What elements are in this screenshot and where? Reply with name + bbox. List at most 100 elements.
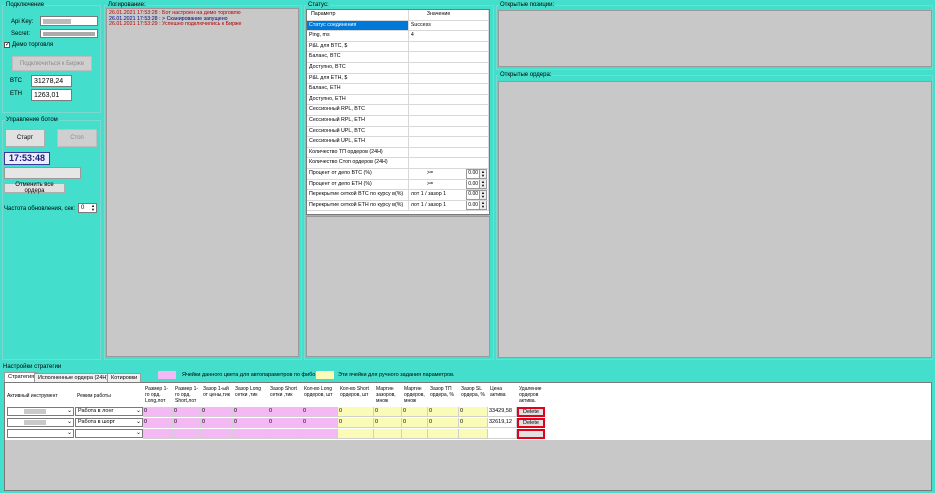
tab-quotes[interactable]: Котировки	[107, 373, 142, 382]
param-cell[interactable]: 0	[302, 407, 338, 417]
column-header-label: Режим работы	[77, 393, 111, 399]
param-cell[interactable]: 0	[374, 418, 402, 428]
log-line: 26.01.2021 17:53:29 : Успешно подключили…	[109, 21, 242, 28]
status-row[interactable]: Ping, ms 4	[307, 31, 489, 42]
param-cell[interactable]: 0	[233, 418, 268, 428]
status-row[interactable]: Сессионный UPL, ETH	[307, 137, 489, 148]
spinner-arrows-icon[interactable]: ▲ ▼	[479, 201, 486, 210]
chevron-down-icon[interactable]: ⌄	[67, 430, 72, 437]
param-cell[interactable]	[143, 429, 173, 439]
param-cell[interactable]: 0	[402, 407, 428, 417]
log-list[interactable]: 26.01.2021 17:53:28 : Бот настроен на де…	[106, 8, 299, 357]
delete-orders-button[interactable]: Delete	[517, 407, 545, 417]
param-cell[interactable]: 0	[173, 418, 201, 428]
spinner-arrows-icon[interactable]: ▲ ▼	[479, 169, 486, 178]
refresh-spinner[interactable]: 0 ▲ ▼	[78, 203, 97, 213]
mode-combo[interactable]: Работа в лонг ⌄	[75, 407, 143, 416]
tab-strategy[interactable]: Стратегия	[4, 372, 39, 382]
status-row[interactable]: Процент от депо BTC (%) >= 0.00 ▲ ▼	[307, 168, 489, 180]
status-row[interactable]: Сессионный RPL, BTC	[307, 105, 489, 116]
param-cell[interactable]: 0	[459, 407, 488, 417]
status-row[interactable]: Баланс, BTC	[307, 52, 489, 63]
tab-executed-orders[interactable]: Исполненные ордера (24H)	[34, 373, 113, 382]
param-cell[interactable]: 0	[302, 418, 338, 428]
percent-spinner[interactable]: 0.00 ▲ ▼	[466, 200, 487, 211]
param-cell[interactable]	[428, 429, 459, 439]
param-cell[interactable]: 0	[428, 418, 459, 428]
instrument-combo[interactable]: ⌄	[7, 407, 74, 416]
open-orders-list[interactable]	[498, 81, 932, 358]
status-value	[409, 62, 489, 73]
percent-spinner[interactable]: 0.00 ▲ ▼	[466, 190, 487, 200]
api-key-field[interactable]	[40, 16, 98, 26]
status-row[interactable]: Перекрытие сеткой ETH по курсу в(%) лот 1…	[307, 200, 489, 212]
param-cell[interactable]	[233, 429, 268, 439]
param-cell[interactable]: 0	[459, 418, 488, 428]
connect-button[interactable]: Подключиться к Бирже	[12, 56, 92, 71]
param-cell[interactable]: 0	[233, 407, 268, 417]
param-cell[interactable]	[459, 429, 488, 439]
status-row[interactable]: Статус соединения Success	[307, 20, 489, 32]
open-positions-list[interactable]	[498, 10, 932, 67]
chevron-down-icon[interactable]: ⌄	[136, 419, 141, 426]
chevron-down-icon[interactable]: ⌄	[67, 408, 72, 415]
spinner-value: 0.00	[468, 170, 479, 177]
cancel-all-orders-button[interactable]: Отменить все ордера	[4, 182, 65, 194]
status-row[interactable]: Сессионный RPL, ETH	[307, 115, 489, 127]
start-button[interactable]: Старт	[5, 129, 45, 147]
progress-bar	[4, 167, 81, 179]
param-cell[interactable]	[201, 429, 233, 439]
param-cell[interactable]: 0	[268, 407, 302, 417]
status-row[interactable]: P&L для ETH, $	[307, 73, 489, 85]
status-empty-area	[306, 216, 490, 357]
status-value	[409, 41, 489, 52]
param-cell[interactable]: 0	[338, 418, 374, 428]
instrument-combo[interactable]: ⌄	[7, 429, 74, 438]
status-param: Перекрытие сеткой BTC по курсу в(%)	[307, 190, 409, 200]
chevron-down-icon[interactable]: ⌄	[67, 419, 72, 426]
param-cell[interactable]: 0	[338, 407, 374, 417]
param-cell[interactable]: 0	[428, 407, 459, 417]
param-cell[interactable]	[302, 429, 338, 439]
demo-checkbox[interactable]: ✓	[4, 42, 10, 48]
param-cell[interactable]: 0	[201, 407, 233, 417]
delete-orders-button[interactable]	[517, 429, 545, 439]
param-cell[interactable]	[402, 429, 428, 439]
percent-spinner[interactable]: 0.00 ▲ ▼	[466, 179, 487, 190]
param-cell[interactable]: 0	[143, 418, 173, 428]
delete-orders-button[interactable]: Delete	[517, 418, 545, 428]
secret-field[interactable]	[40, 29, 98, 38]
status-row[interactable]: Доступно, BTC	[307, 62, 489, 74]
status-row[interactable]: Баланс, ETH	[307, 84, 489, 95]
spinner-arrows-icon[interactable]: ▲ ▼	[479, 180, 486, 189]
param-cell[interactable]: 0	[402, 418, 428, 428]
status-table[interactable]: Параметр Значение Статус соединения Succe…	[306, 9, 490, 215]
param-cell[interactable]: 0	[143, 407, 173, 417]
param-cell[interactable]: 0	[201, 418, 233, 428]
spinner-arrows-icon[interactable]: ▲ ▼	[479, 190, 486, 199]
stop-button[interactable]: Стоп	[57, 129, 97, 147]
param-cell[interactable]	[173, 429, 201, 439]
status-value	[409, 105, 489, 115]
instrument-combo[interactable]: ⌄	[7, 418, 74, 427]
param-cell[interactable]	[338, 429, 374, 439]
status-row[interactable]: Перекрытие сеткой BTC по курсу в(%) лот 1…	[307, 190, 489, 201]
param-cell[interactable]	[374, 429, 402, 439]
param-cell[interactable]: 0	[268, 418, 302, 428]
asset-price-cell: 33429,58	[488, 407, 517, 417]
status-row[interactable]: Количество ТП ордеров (24Н)	[307, 147, 489, 159]
status-row[interactable]: P&L для BTC, $	[307, 41, 489, 53]
percent-spinner[interactable]: 0.00 ▲ ▼	[466, 168, 487, 179]
status-value-text: лот 1 / зазор 1	[410, 201, 447, 208]
status-row[interactable]: Процент от депо ETH (%) >= 0.00 ▲ ▼	[307, 179, 489, 191]
mode-combo[interactable]: ⌄	[75, 429, 143, 438]
param-cell[interactable]: 0	[173, 407, 201, 417]
param-cell[interactable]	[268, 429, 302, 439]
status-row[interactable]: Количество Стоп ордеров (24Н)	[307, 158, 489, 169]
chevron-down-icon[interactable]: ⌄	[136, 408, 141, 415]
status-row[interactable]: Доступно, ETH	[307, 94, 489, 106]
param-cell[interactable]: 0	[374, 407, 402, 417]
chevron-down-icon[interactable]: ⌄	[136, 430, 141, 437]
mode-combo[interactable]: Работа в шорт ⌄	[75, 418, 143, 427]
status-row[interactable]: Сессионный UPL, BTC	[307, 126, 489, 138]
